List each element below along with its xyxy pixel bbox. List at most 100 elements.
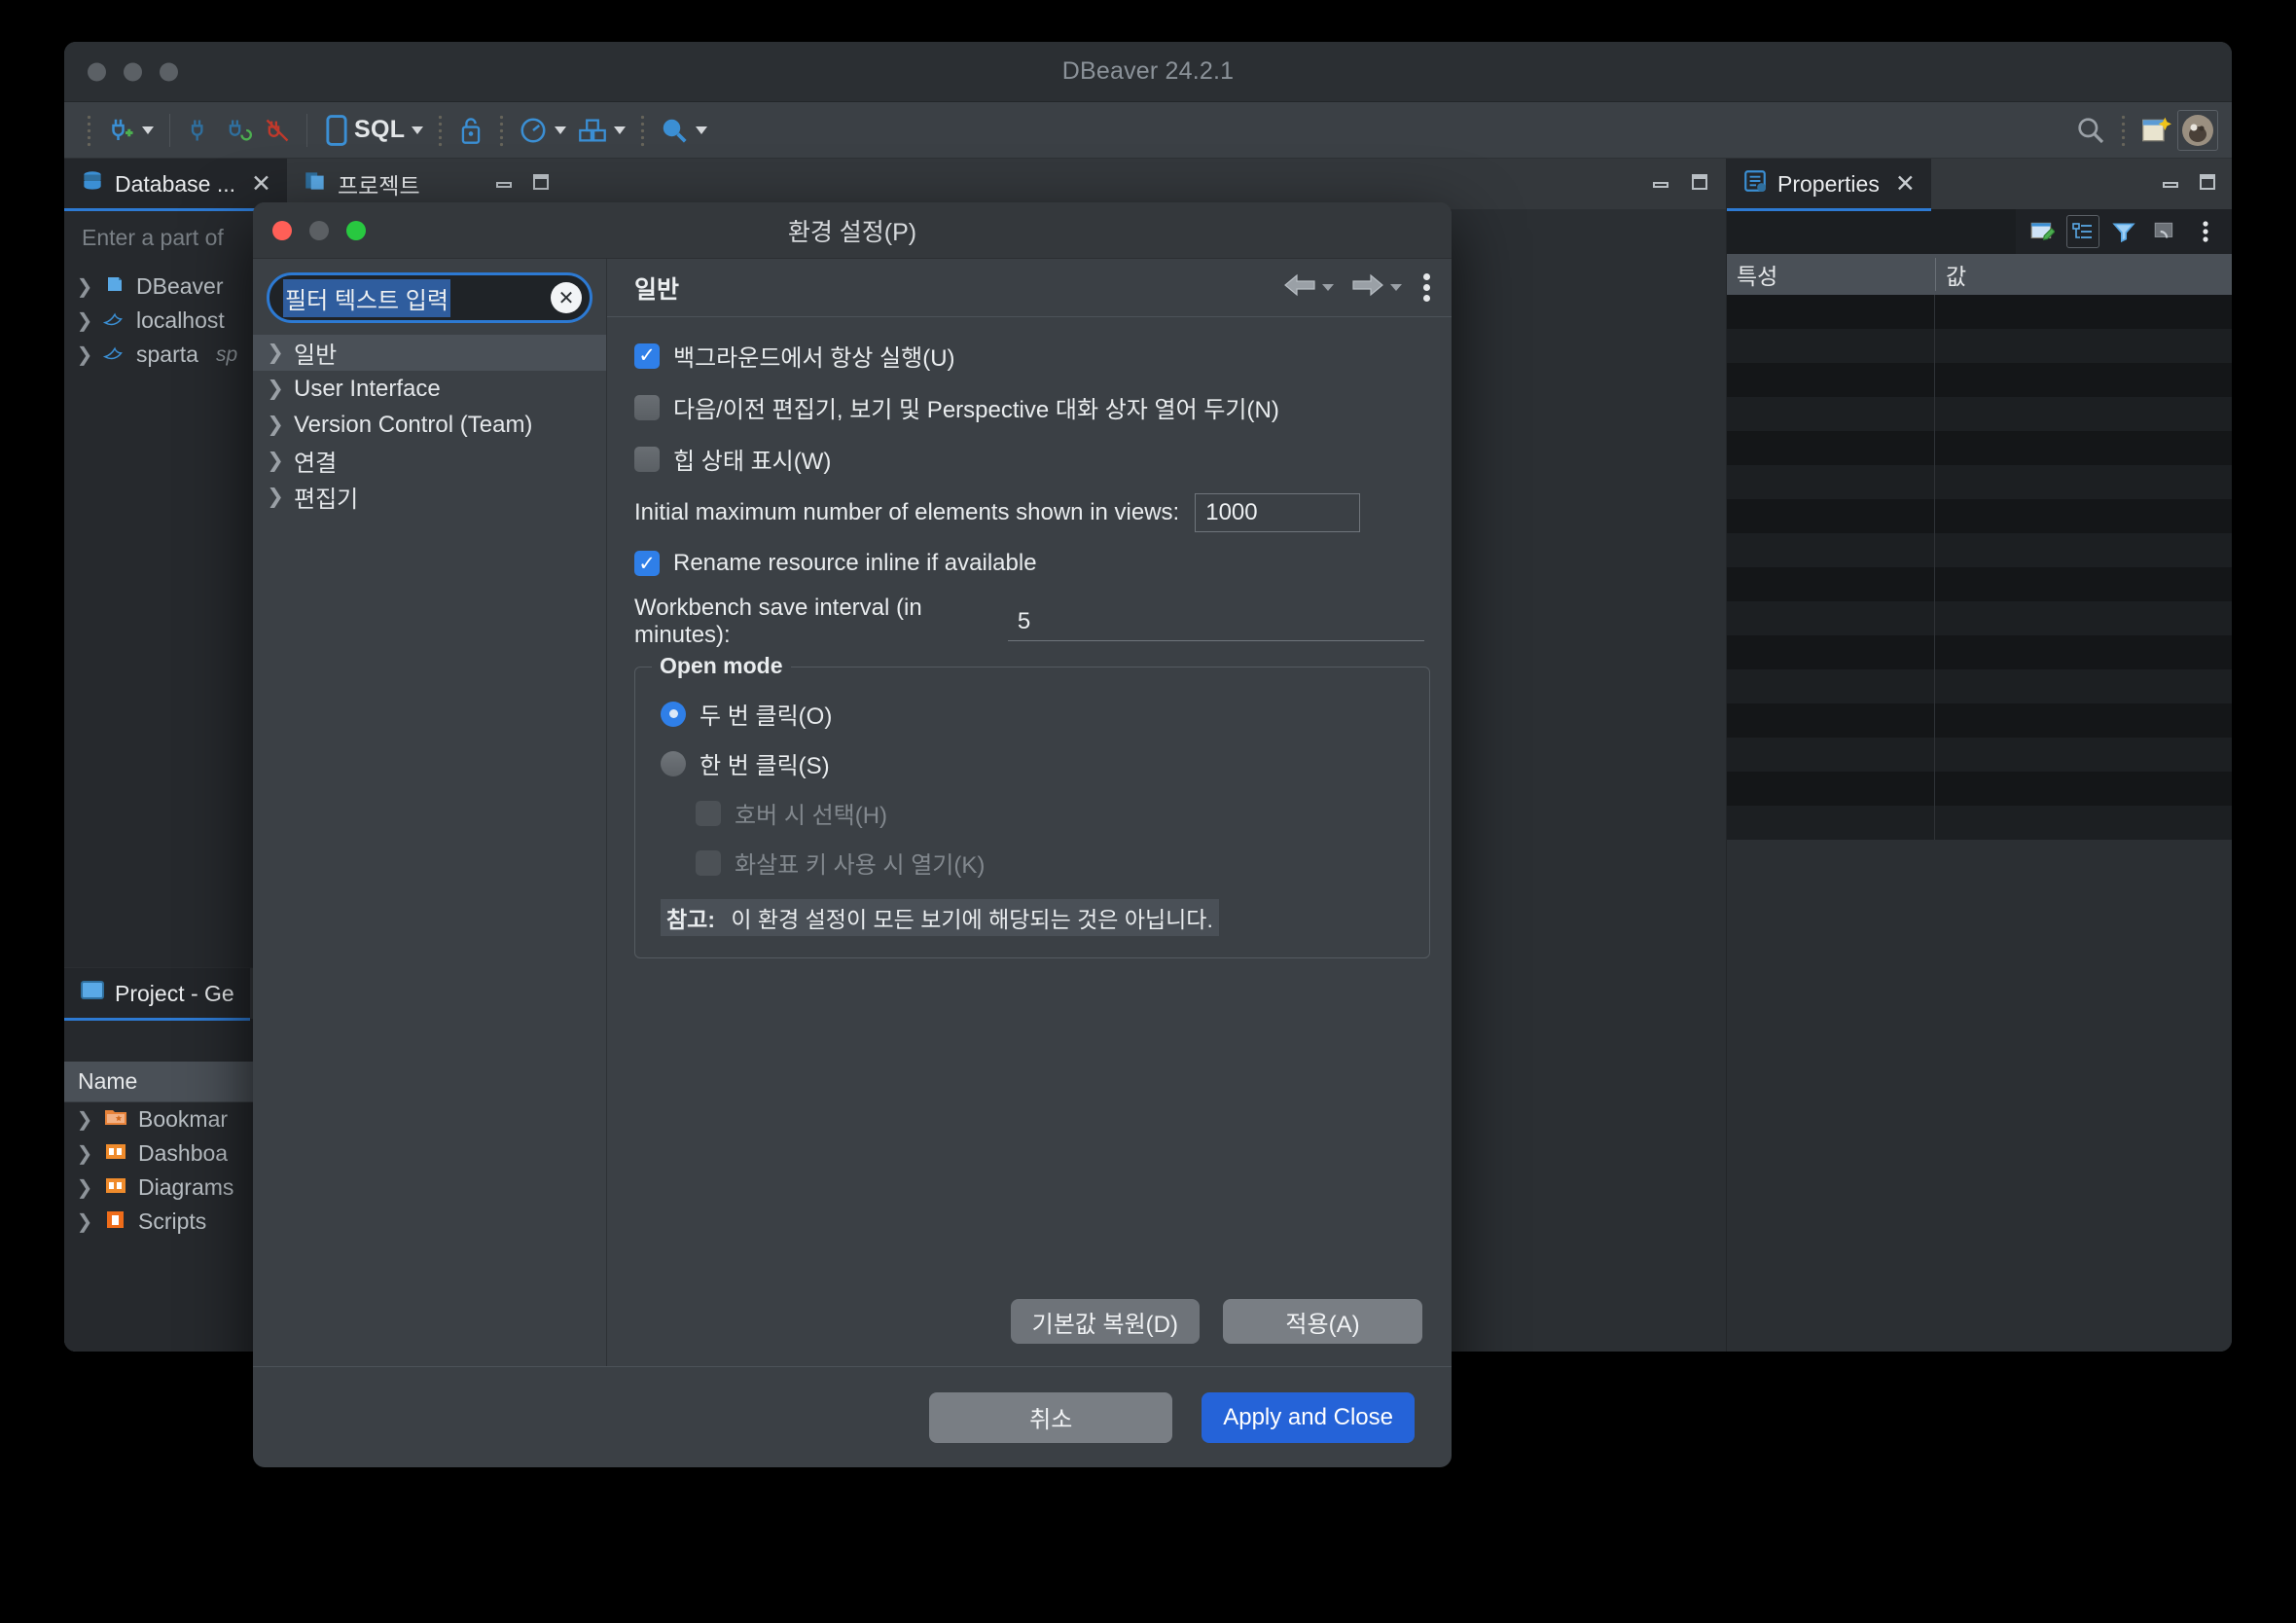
minimize-view-icon[interactable] [493,171,515,198]
checkbox-row-keep-dialogs-open[interactable]: 다음/이전 편집기, 보기 및 Perspective 대화 상자 열어 두기(… [634,390,1424,424]
table-row[interactable] [1727,601,2232,635]
toolbar-grip-5[interactable] [2120,113,2127,147]
vertical-dots-icon[interactable] [1423,273,1430,302]
chevron-right-icon[interactable]: ❯ [76,1107,93,1132]
table-row[interactable] [1727,465,2232,499]
table-row[interactable] [1727,806,2232,840]
chevron-down-icon[interactable] [142,126,154,134]
find-button[interactable] [654,112,713,149]
prefs-tree-item-editor[interactable]: ❯ 편집기 [253,479,606,515]
tab-project-general[interactable]: Project - Ge [64,968,250,1021]
radio-row-single-click[interactable]: 한 번 클릭(S) [661,746,1404,780]
dialog-minimize-button[interactable] [309,220,329,240]
user-avatar-button[interactable] [2177,109,2218,151]
minimize-editor-icon[interactable] [1650,171,1671,198]
open-perspective-button[interactable] [2135,111,2177,150]
chevron-down-icon-back[interactable] [1322,284,1334,291]
apply-button[interactable]: 적용(A) [1223,1299,1422,1344]
chevron-right-icon[interactable]: ❯ [267,413,284,437]
table-row[interactable] [1727,397,2232,431]
collapse-icon[interactable] [2148,215,2181,248]
table-row[interactable] [1727,431,2232,465]
table-row[interactable] [1727,703,2232,738]
radio-row-double-click[interactable]: 두 번 클릭(O) [661,697,1404,731]
table-row[interactable] [1727,669,2232,703]
toolbar-grip-4[interactable] [639,113,647,147]
table-row[interactable] [1727,772,2232,806]
properties-search-input[interactable] [1727,209,2016,254]
chevron-right-icon[interactable]: ❯ [76,1209,93,1234]
dialog-close-button[interactable] [272,220,292,240]
clear-icon[interactable]: ✕ [551,282,582,313]
maximize-editor-icon[interactable] [1689,171,1710,198]
prefs-tree-item-version-control[interactable]: ❯ Version Control (Team) [253,407,606,443]
checkbox-keep-dialogs-open[interactable] [634,394,660,420]
toolbar-grip-3[interactable] [498,113,506,147]
checkbox-row-always-run-in-background[interactable]: 백그라운드에서 항상 실행(U) [634,339,1424,373]
chevron-right-icon[interactable]: ❯ [76,274,93,299]
prefs-tree-item-user-interface[interactable]: ❯ User Interface [253,371,606,407]
chevron-right-icon[interactable]: ❯ [267,377,284,401]
table-row[interactable] [1727,363,2232,397]
minimize-window-button[interactable] [124,62,142,81]
checkbox-row-rename-inline[interactable]: Rename resource inline if available [634,550,1424,577]
save-interval-input[interactable] [1007,602,1424,641]
chevron-down-icon-pkg[interactable] [614,126,627,134]
checkbox-row-show-heap-status[interactable]: 힙 상태 표시(W) [634,442,1424,476]
prefs-tree-item-connection[interactable]: ❯ 연결 [253,443,606,479]
table-row[interactable] [1727,499,2232,533]
maximize-window-button[interactable] [160,62,178,81]
restore-defaults-button[interactable]: 기본값 복원(D) [1010,1299,1200,1344]
chevron-down-icon-find[interactable] [696,126,708,134]
checkbox-rename-resource-inline[interactable] [634,551,660,576]
close-window-button[interactable] [88,62,106,81]
tab-properties[interactable]: Properties ✕ [1727,159,1931,211]
edit-value-icon[interactable] [2026,215,2059,248]
prefs-tree-item-general[interactable]: ❯ 일반 [253,335,606,371]
minimize-view-icon[interactable] [2160,171,2181,198]
window-controls[interactable] [88,62,178,81]
global-search-button[interactable] [2069,111,2112,150]
chevron-down-icon-forward[interactable] [1390,284,1402,291]
sql-editor-button[interactable]: SQL [317,110,429,151]
checkbox-always-run-in-background[interactable] [634,343,660,369]
menu-icon[interactable] [2189,215,2222,248]
table-row[interactable] [1727,738,2232,772]
radio-single-click[interactable] [661,750,686,776]
apply-and-close-button[interactable]: Apply and Close [1202,1391,1415,1443]
tree-view-icon[interactable] [2066,215,2099,248]
radio-double-click[interactable] [661,701,686,727]
chevron-right-icon[interactable]: ❯ [76,308,93,333]
connect-button[interactable] [180,113,219,148]
table-row[interactable] [1727,567,2232,601]
maximize-view-icon[interactable] [530,171,552,198]
filter-icon[interactable] [2107,215,2140,248]
lock-button[interactable] [451,112,490,149]
disconnect-button[interactable] [258,113,297,148]
cancel-button[interactable]: 취소 [929,1391,1173,1443]
chevron-right-icon[interactable]: ❯ [76,343,93,367]
chevron-down-icon-dash[interactable] [555,126,567,134]
table-row[interactable] [1727,295,2232,329]
chevron-right-icon[interactable]: ❯ [76,1175,93,1200]
table-row[interactable] [1727,329,2232,363]
chevron-right-icon[interactable]: ❯ [267,449,284,473]
close-icon[interactable]: ✕ [1895,171,1916,197]
chevron-right-icon[interactable]: ❯ [267,341,284,365]
checkbox-show-heap-status[interactable] [634,446,660,472]
refresh-connection-button[interactable] [219,113,258,148]
filter-text-input[interactable]: 필터 텍스트 입력 ✕ [267,272,592,323]
table-row[interactable] [1727,635,2232,669]
package-button[interactable] [572,113,631,148]
chevron-down-icon-sql[interactable] [412,126,424,134]
toolbar-grip[interactable] [86,113,92,147]
back-button[interactable] [1281,271,1334,304]
table-row[interactable] [1727,533,2232,567]
max-elements-input[interactable] [1195,493,1361,532]
toolbar-grip-2[interactable] [437,113,445,147]
new-connection-button[interactable] [100,112,160,149]
forward-button[interactable] [1349,271,1402,304]
chevron-right-icon[interactable]: ❯ [267,485,284,509]
close-icon[interactable]: ✕ [251,171,271,197]
chevron-right-icon[interactable]: ❯ [76,1141,93,1166]
